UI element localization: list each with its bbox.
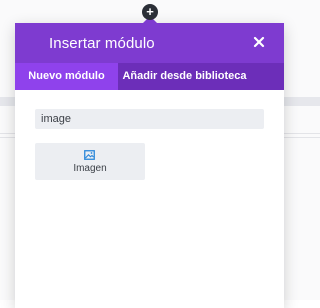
modal-header: Insertar módulo: [15, 16, 284, 63]
close-button[interactable]: [250, 33, 268, 51]
image-icon: [84, 150, 95, 160]
tab-add-from-library[interactable]: Añadir desde biblioteca: [118, 63, 251, 90]
modal-title: Insertar módulo: [49, 35, 155, 52]
plus-icon: +: [146, 4, 154, 19]
add-module-button[interactable]: +: [142, 4, 158, 20]
tab-new-module[interactable]: Nuevo módulo: [15, 63, 118, 90]
insert-module-modal: Insertar módulo Nuevo módulo Añadir desd…: [15, 16, 284, 308]
module-item-image[interactable]: Imagen: [35, 143, 145, 180]
module-label: Imagen: [73, 163, 107, 174]
close-icon: [253, 36, 265, 48]
search-input[interactable]: [35, 109, 264, 129]
modal-tabs: Nuevo módulo Añadir desde biblioteca: [15, 63, 284, 90]
